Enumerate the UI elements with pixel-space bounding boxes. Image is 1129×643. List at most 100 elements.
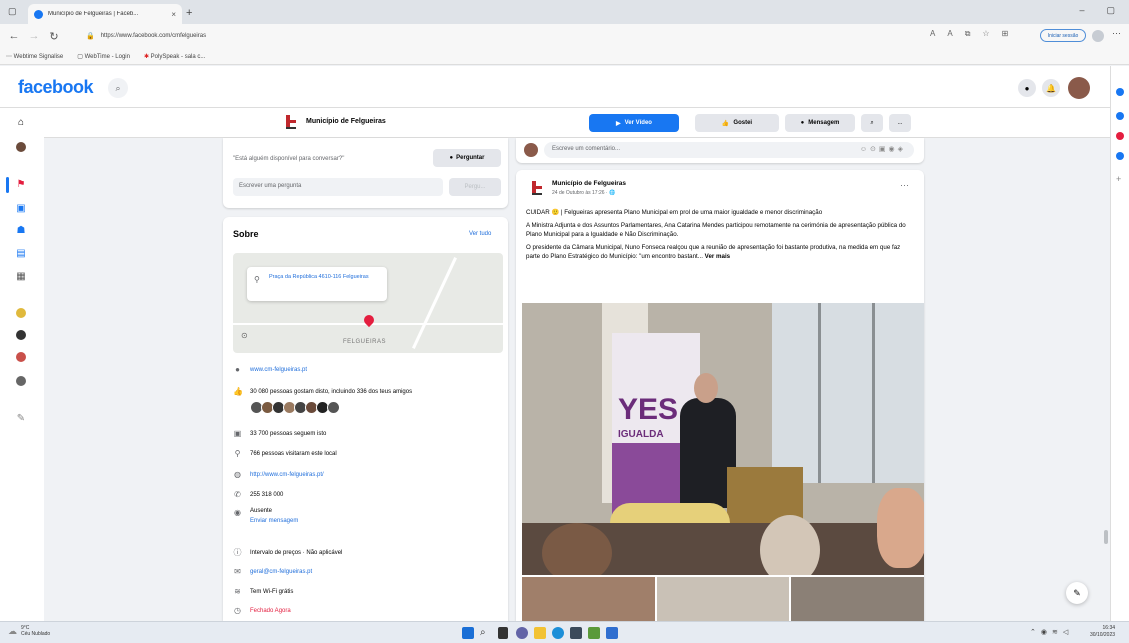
new-message-button[interactable]: ✎ bbox=[1066, 582, 1088, 604]
shortcut-avatar-icon[interactable] bbox=[16, 352, 26, 362]
post-photo[interactable]: YES IGUALDA bbox=[522, 303, 924, 575]
sidebar-icon[interactable] bbox=[1116, 152, 1124, 160]
ask-button[interactable]: ● Perguntar bbox=[433, 149, 501, 167]
menu-icon[interactable]: ··· bbox=[1112, 28, 1121, 38]
browser-tab[interactable]: Município de Felgueiras | Faceb... × bbox=[28, 4, 182, 24]
store-icon[interactable] bbox=[570, 627, 582, 639]
add-icon[interactable]: + bbox=[1116, 174, 1121, 184]
profile-icon[interactable] bbox=[1092, 30, 1104, 42]
translate-icon[interactable]: A bbox=[947, 29, 952, 39]
bookmark-item[interactable]: ▢ WebTime - Login bbox=[77, 53, 130, 60]
sidebar-icon[interactable] bbox=[1116, 132, 1124, 140]
home-icon[interactable]: ⌂ bbox=[16, 118, 26, 128]
comment-card: Escreve um comentário... ☺⊙▣◉◈ bbox=[516, 138, 924, 163]
post-date[interactable]: 24 de Outubro às 17:26 · 🌐 bbox=[552, 190, 615, 196]
map-recenter-icon[interactable]: ⊙ bbox=[241, 331, 248, 340]
url-field[interactable]: 🔒 https://www.facebook.com/cmfelgueiras bbox=[86, 29, 916, 43]
email-link[interactable]: geral@cm-felgueiras.pt bbox=[250, 569, 312, 575]
edge-icon[interactable] bbox=[552, 627, 564, 639]
groups-icon[interactable]: ☗ bbox=[16, 226, 26, 236]
like-button[interactable]: 👍 Gostei bbox=[695, 114, 779, 132]
edit-shortcuts-icon[interactable]: ✎ bbox=[16, 414, 26, 424]
weather-widget[interactable]: ☁ 9°C Céu Nublado bbox=[8, 625, 50, 637]
new-tab-icon[interactable]: + bbox=[186, 7, 192, 19]
likes-text: 30 080 pessoas gostam disto, incluindo 3… bbox=[250, 388, 413, 395]
task-view-icon[interactable] bbox=[498, 627, 508, 639]
post-author[interactable]: Município de Felgueiras bbox=[552, 180, 626, 187]
send-message-link[interactable]: Enviar mensagem bbox=[250, 518, 298, 524]
photo-thumbnail[interactable] bbox=[522, 577, 655, 621]
message-button[interactable]: ● Mensagem bbox=[785, 114, 855, 132]
forward-icon[interactable]: → bbox=[24, 30, 44, 42]
close-tab-icon[interactable]: × bbox=[171, 10, 176, 19]
avatar[interactable] bbox=[327, 401, 340, 414]
globe-icon: ◍ bbox=[234, 470, 241, 479]
app-icon[interactable] bbox=[588, 627, 600, 639]
send-question-button[interactable]: Pergu... bbox=[449, 178, 501, 196]
sidebar-icon[interactable] bbox=[1116, 88, 1124, 96]
video-icon: ▶ bbox=[616, 120, 621, 127]
extensions-icon[interactable]: ⧉ bbox=[965, 29, 971, 39]
wifi-icon[interactable]: ≋ bbox=[1052, 628, 1058, 636]
emoji-icons[interactable]: ☺⊙▣◉◈ bbox=[860, 145, 906, 153]
see-more-link[interactable]: Ver mais bbox=[705, 253, 730, 260]
favorites-icon[interactable]: ☆ bbox=[982, 29, 989, 39]
comment-input[interactable]: Escreve um comentário... ☺⊙▣◉◈ bbox=[544, 142, 914, 158]
bookmark-item[interactable]: ✱ PolySpeak - sala c... bbox=[144, 53, 205, 60]
shortcut-avatar-icon[interactable] bbox=[16, 330, 26, 340]
minimize-icon[interactable]: – bbox=[1079, 5, 1084, 16]
facebook-header: facebook ⌕ ● 🔔 bbox=[0, 66, 1110, 108]
more-apps-icon[interactable]: ▦ bbox=[16, 272, 26, 282]
address-callout: ⚲ Praça da República 4610-116 Felgueiras bbox=[247, 267, 387, 301]
notifications-icon[interactable]: 🔔 bbox=[1042, 79, 1060, 97]
question-input[interactable]: Escrever uma pergunta bbox=[233, 178, 443, 196]
collections-icon[interactable]: ⊞ bbox=[1002, 29, 1009, 39]
bookmark-item[interactable]: ⋯ Webtime Signalise bbox=[6, 53, 63, 60]
post-options-icon[interactable]: ··· bbox=[900, 180, 909, 190]
see-all-link[interactable]: Ver tudo bbox=[469, 231, 491, 237]
poster-headline: YES bbox=[618, 393, 679, 426]
maximize-icon[interactable]: ▢ bbox=[1106, 5, 1115, 16]
pages-flag-icon[interactable]: ⚑ bbox=[16, 180, 26, 190]
map-road bbox=[412, 257, 457, 349]
website-link[interactable]: www.cm-felgueiras.pt bbox=[250, 367, 307, 373]
facebook-logo[interactable]: facebook bbox=[18, 77, 94, 98]
left-rail: ⌂ ⚑ ▣ ☗ ▤ ▦ ✎ bbox=[0, 108, 44, 621]
volume-icon[interactable]: ◁ bbox=[1063, 628, 1068, 636]
app-icon[interactable] bbox=[606, 627, 618, 639]
shortcut-avatar-icon[interactable] bbox=[16, 308, 26, 318]
watch-video-button[interactable]: ▶ Ver Vídeo bbox=[589, 114, 679, 132]
avatar[interactable] bbox=[1068, 77, 1090, 99]
audience-head bbox=[542, 523, 612, 575]
tab-actions-icon[interactable]: ▢ bbox=[8, 6, 17, 17]
post-paragraph: O presidente da Câmara Municipal, Nuno F… bbox=[526, 244, 901, 260]
shortcut-avatar-icon[interactable] bbox=[16, 376, 26, 386]
search-icon[interactable]: ⌕ bbox=[480, 627, 492, 639]
tray-icon[interactable]: ◉ bbox=[1041, 628, 1047, 636]
refresh-icon[interactable]: ↻ bbox=[44, 30, 64, 43]
chat-icon[interactable] bbox=[516, 627, 528, 639]
back-icon[interactable]: ← bbox=[4, 30, 24, 42]
watch-icon[interactable]: ▣ bbox=[16, 204, 26, 214]
photo-thumbnail[interactable] bbox=[791, 577, 925, 621]
url-link[interactable]: http://www.cm-felgueiras.pt/ bbox=[250, 472, 324, 478]
messenger-icon[interactable]: ● bbox=[1018, 79, 1036, 97]
signin-button[interactable]: Iniciar sessão bbox=[1040, 29, 1086, 42]
audience-head bbox=[877, 488, 924, 568]
location-map[interactable]: ⚲ Praça da República 4610-116 Felgueiras… bbox=[233, 253, 503, 353]
page-search-button[interactable]: ⌕ bbox=[861, 114, 883, 132]
thumbs-up-icon: 👍 bbox=[721, 120, 730, 127]
search-icon[interactable]: ⌕ bbox=[108, 78, 128, 98]
sidebar-icon[interactable] bbox=[1116, 112, 1124, 120]
photo-thumbnail[interactable] bbox=[656, 577, 790, 621]
scrollbar-thumb[interactable] bbox=[1104, 530, 1108, 544]
file-explorer-icon[interactable] bbox=[534, 627, 546, 639]
marketplace-icon[interactable]: ▤ bbox=[16, 249, 26, 259]
start-icon[interactable] bbox=[462, 627, 474, 639]
more-options-button[interactable]: ... bbox=[889, 114, 911, 132]
chevron-up-icon[interactable]: ⌃ bbox=[1030, 628, 1036, 636]
page-name[interactable]: Município de Felgueiras bbox=[306, 118, 386, 125]
profile-photo-icon[interactable] bbox=[16, 142, 26, 152]
clock[interactable]: 16:34 30/10/2023 bbox=[1090, 625, 1115, 639]
read-aloud-icon[interactable]: A bbox=[930, 29, 935, 39]
